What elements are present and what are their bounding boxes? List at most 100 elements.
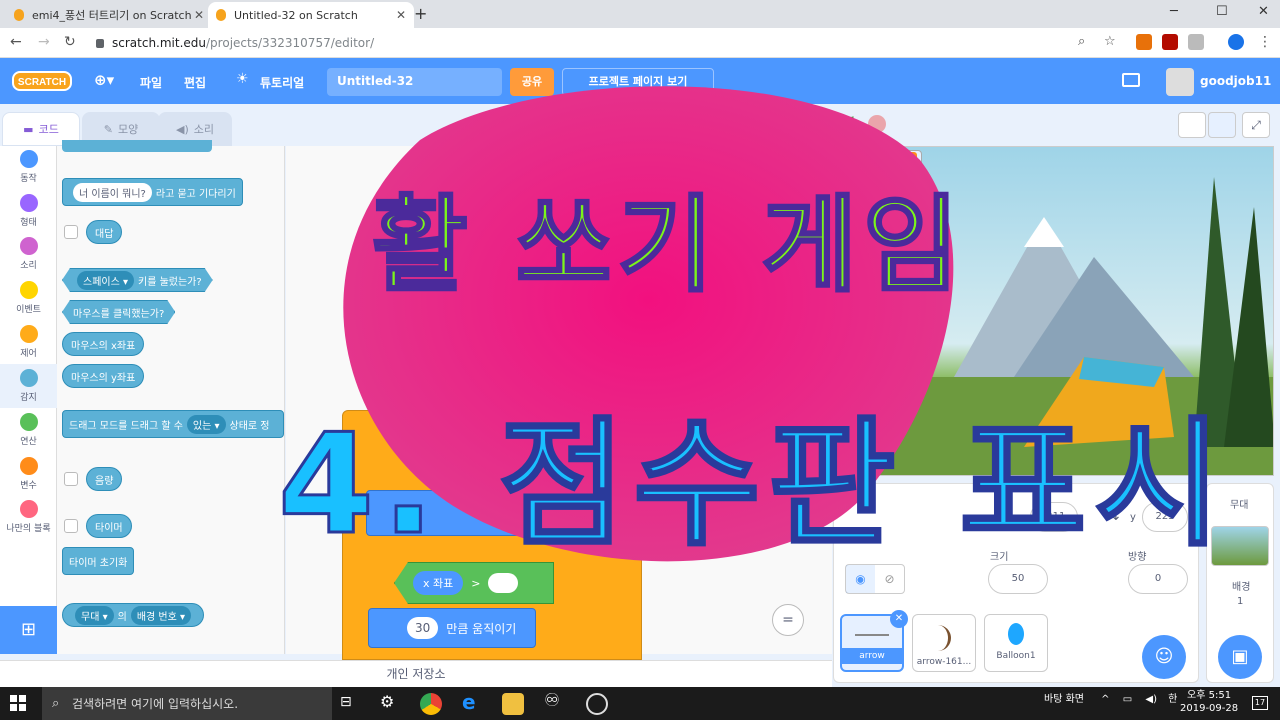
category-control[interactable]: 제어 [0,325,57,359]
globe-icon[interactable]: ⊕▾ [94,71,114,89]
taskbar-clock[interactable]: 오후 5:51 2019-09-28 [1180,689,1238,715]
task-view-icon[interactable]: ⊟ [340,694,352,710]
close-icon[interactable]: ✕ [194,8,204,22]
palette-block-mouse-y[interactable]: 마우스의 y좌표 [62,364,145,388]
pdf-extension-icon[interactable] [1162,34,1178,50]
new-tab-icon[interactable]: + [414,4,427,23]
of-property-dropdown[interactable]: 배경 번호 ▾ [130,605,191,625]
window-close-icon[interactable]: ✕ [1258,4,1269,19]
volume-icon[interactable]: ◀) [1145,694,1157,705]
url-host: scratch.mit.edu [112,36,207,50]
key-dropdown[interactable]: 스페이스 ▾ [77,271,134,290]
windows-start-icon[interactable] [10,695,26,711]
palette-block-mouse-down[interactable]: 마우스를 클릭했는가? [62,300,175,324]
category-events[interactable]: 이벤트 [0,281,57,315]
palette-block-loudness[interactable]: 음량 [86,467,123,491]
desktop-label[interactable]: 바탕 화면 [1044,694,1084,705]
palette-block-of[interactable]: 무대 ▾ 의 배경 번호 ▾ [62,603,204,627]
maximize-icon[interactable]: ☐ [1216,4,1228,19]
edge-icon[interactable]: e [462,690,476,714]
url-field[interactable]: scratch.mit.edu/projects/332310757/edito… [96,33,374,53]
delete-sprite-icon[interactable]: ✕ [890,610,908,628]
sprite-tile-balloon[interactable]: Balloon1 [984,614,1048,672]
small-stage-button[interactable] [1178,112,1206,138]
sprite-thumbnail [855,634,889,636]
large-stage-button[interactable] [1208,112,1236,138]
scratch-logo[interactable]: SCRATCH [12,71,72,91]
reload-icon[interactable]: ↻ [64,34,76,50]
extension-icon[interactable] [1188,34,1204,50]
palette-block-answer[interactable]: 대답 [86,220,123,244]
category-motion[interactable]: 동작 [0,150,57,184]
palette-block-ask[interactable]: 너 이름이 뭐니? 라고 묻고 기다리기 [62,178,243,206]
minimize-icon[interactable]: ─ [1170,4,1178,19]
category-looks[interactable]: 형태 [0,194,57,228]
username[interactable]: goodjob11 [1200,74,1271,88]
palette-block-key-pressed[interactable]: 스페이스 ▾ 키를 눌렀는가? [62,268,213,292]
extension-icon[interactable] [1136,34,1152,50]
star-icon[interactable]: ☆ [1104,34,1116,49]
settings-gear-icon[interactable]: ⚙ [380,692,394,711]
obs-icon[interactable] [586,693,608,715]
category-variables[interactable]: 변수 [0,457,57,491]
file-menu[interactable]: 파일 [140,74,162,91]
monitor-checkbox[interactable] [64,225,78,239]
tutorial-menu[interactable]: 튜토리얼 [260,74,304,91]
palette-block-partial[interactable] [62,140,212,152]
brush-icon: ✎ [103,122,113,136]
taskbar-search-input[interactable]: ⌕ 검색하려면 여기에 입력하십시오. [42,687,332,720]
code-tab-icon: ▬ [23,122,34,136]
monitor-checkbox[interactable] [64,472,78,486]
chrome-icon[interactable] [420,693,442,715]
ask-input[interactable]: 너 이름이 뭐니? [73,182,152,202]
category-dot-icon [19,369,38,387]
app-icon[interactable]: ♾ [544,690,560,711]
steps-input[interactable]: 30 [407,617,439,639]
palette-block-reset-timer[interactable]: 타이머 초기화 [62,547,135,575]
overlay-title-line2: 4. 점수판 표시 [276,403,1230,567]
tab-label: 소리 [193,123,214,136]
palette-block-timer[interactable]: 타이머 [86,514,132,538]
bow-thumbnail [937,625,951,651]
category-operators[interactable]: 연산 [0,413,57,447]
tab-label: 모양 [117,123,139,136]
cat-icon: ☺ [1154,646,1174,667]
ime-indicator[interactable]: 한 [1168,694,1177,705]
browser-tab-1[interactable]: emi4_풍선 터트리기 on Scratch ✕ [6,2,212,28]
back-icon[interactable]: ← [10,34,22,50]
edit-menu[interactable]: 편집 [184,74,206,91]
sprite-tile-arrow-161[interactable]: arrow-161... [912,614,976,672]
lightbulb-icon: ☀ [236,71,249,87]
category-dot-icon [19,500,38,518]
chevron-up-icon[interactable]: ^ [1101,694,1109,705]
zoom-icon[interactable]: ⌕ [1078,34,1085,49]
category-dot-icon [19,457,38,475]
tab-label: 코드 [38,123,59,136]
menu-icon[interactable]: ⋮ [1258,34,1272,50]
drag-dropdown[interactable]: 있는 ▾ [186,414,226,434]
category-label: 연산 [20,437,37,447]
monitor-checkbox[interactable] [64,519,78,533]
avatar[interactable] [1166,68,1194,96]
forward-icon[interactable]: → [38,34,50,50]
browser-tab-2[interactable]: Untitled-32 on Scratch ✕ [208,2,414,28]
add-extension-button[interactable]: ⊞ [0,606,57,654]
category-my-blocks[interactable]: 나만의 블록 [0,500,57,534]
file-explorer-icon[interactable] [502,693,524,715]
fullscreen-icon[interactable]: ⤢ [1242,112,1270,138]
notification-icon[interactable]: 17 [1252,696,1268,710]
category-sensing[interactable]: 감지 [0,369,57,403]
add-backdrop-button[interactable]: ▣ [1218,635,1262,679]
of-target-dropdown[interactable]: 무대 ▾ [75,605,114,625]
category-sound[interactable]: 소리 [0,237,57,271]
network-icon[interactable]: ▭ [1123,694,1132,705]
close-icon[interactable]: ✕ [396,8,406,22]
backpack-bar[interactable]: 개인 저장소 [0,660,832,687]
palette-block-drag-mode[interactable]: 드래그 모드를 드래그 할 수 있는 ▾ 상태로 정 [62,410,284,438]
add-sprite-button[interactable]: ☺ [1142,635,1186,679]
palette-block-mouse-x[interactable]: 마우스의 x좌표 [62,332,145,356]
folder-icon[interactable] [1122,73,1140,87]
move-steps-block[interactable]: 30 만큼 움직이기 [368,608,536,648]
profile-icon[interactable] [1228,34,1244,50]
zoom-reset-button[interactable]: = [772,604,804,636]
